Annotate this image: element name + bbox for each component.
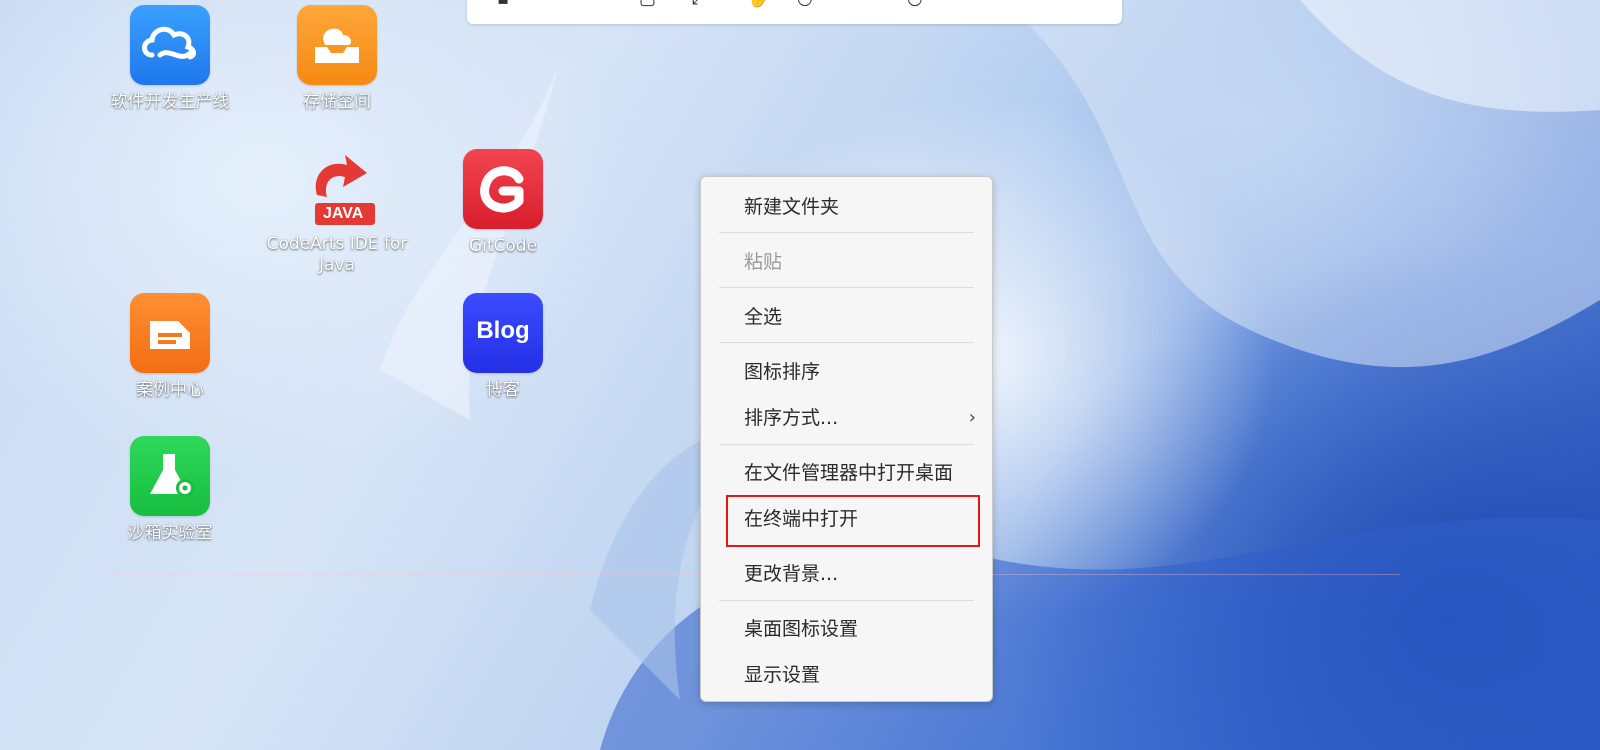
desktop-icon-storage[interactable]: 存储空间 [262, 5, 412, 113]
menu-separator [719, 232, 974, 233]
menu-item-open-in-terminal[interactable]: 在终端中打开 [701, 499, 992, 539]
menu-item-change-background[interactable]: 更改背景... [701, 554, 992, 594]
java-ide-icon: JAVA [297, 147, 377, 227]
case-center-icon [130, 293, 210, 373]
sandbox-lab-icon [130, 436, 210, 516]
desktop-icon-label: CodeArts IDE for Java [266, 234, 408, 275]
desktop-icon-blog[interactable]: Blog 博客 [428, 293, 578, 401]
menu-item-label: 排序方式... [744, 407, 839, 429]
desktop-icon-devcloud[interactable]: 软件开发生产线 [95, 5, 245, 113]
top-panel: ▪ ▢ ⤢ ✋ ◷ ◔ [467, 0, 1122, 24]
blog-badge: Blog [476, 317, 530, 344]
blog-logo-icon: Blog [463, 293, 543, 373]
desktop-icon-label: 软件开发生产线 [110, 92, 230, 112]
menu-item-display-settings[interactable]: 显示设置 [701, 655, 992, 695]
desktop-icon-label: 存储空间 [303, 92, 371, 112]
menu-item-new-folder[interactable]: 新建文件夹 [701, 187, 992, 227]
desktop-icon-gitcode[interactable]: GitCode [428, 149, 578, 257]
gitcode-logo-icon [463, 149, 543, 229]
chevron-right-icon: › [968, 407, 976, 428]
menu-separator [719, 444, 974, 445]
desktop-icon-label: 博客 [486, 380, 520, 400]
desktop-icon-sandbox-lab[interactable]: 沙箱实验室 [95, 436, 245, 544]
menu-separator [719, 342, 974, 343]
storage-tray-icon [297, 5, 377, 85]
menu-item-open-desktop-in-files[interactable]: 在文件管理器中打开桌面 [701, 453, 992, 493]
menu-separator [719, 287, 974, 288]
cloud-pipeline-icon [130, 5, 210, 85]
desktop-icon-label: GitCode [468, 236, 538, 256]
desktop-context-menu: 新建文件夹 粘贴 全选 图标排序 排序方式... › 在文件管理器中打开桌面 在… [700, 176, 993, 702]
menu-item-paste: 粘贴 [744, 251, 783, 273]
java-badge: JAVA [323, 205, 364, 222]
desktop-icon-codearts-java[interactable]: JAVA CodeArts IDE for Java [262, 147, 412, 276]
desktop-icon-label: 案例中心 [136, 380, 204, 400]
desktop-icon-case-center[interactable]: 案例中心 [95, 293, 245, 401]
menu-item-sort-by[interactable]: 排序方式... › [701, 398, 992, 438]
menu-item-arrange-icons[interactable]: 图标排序 [701, 352, 992, 392]
menu-item-select-all[interactable]: 全选 [701, 297, 992, 337]
desktop-icon-label: 沙箱实验室 [127, 523, 213, 543]
menu-separator [719, 600, 974, 601]
menu-item-desktop-icon-settings[interactable]: 桌面图标设置 [701, 609, 992, 649]
